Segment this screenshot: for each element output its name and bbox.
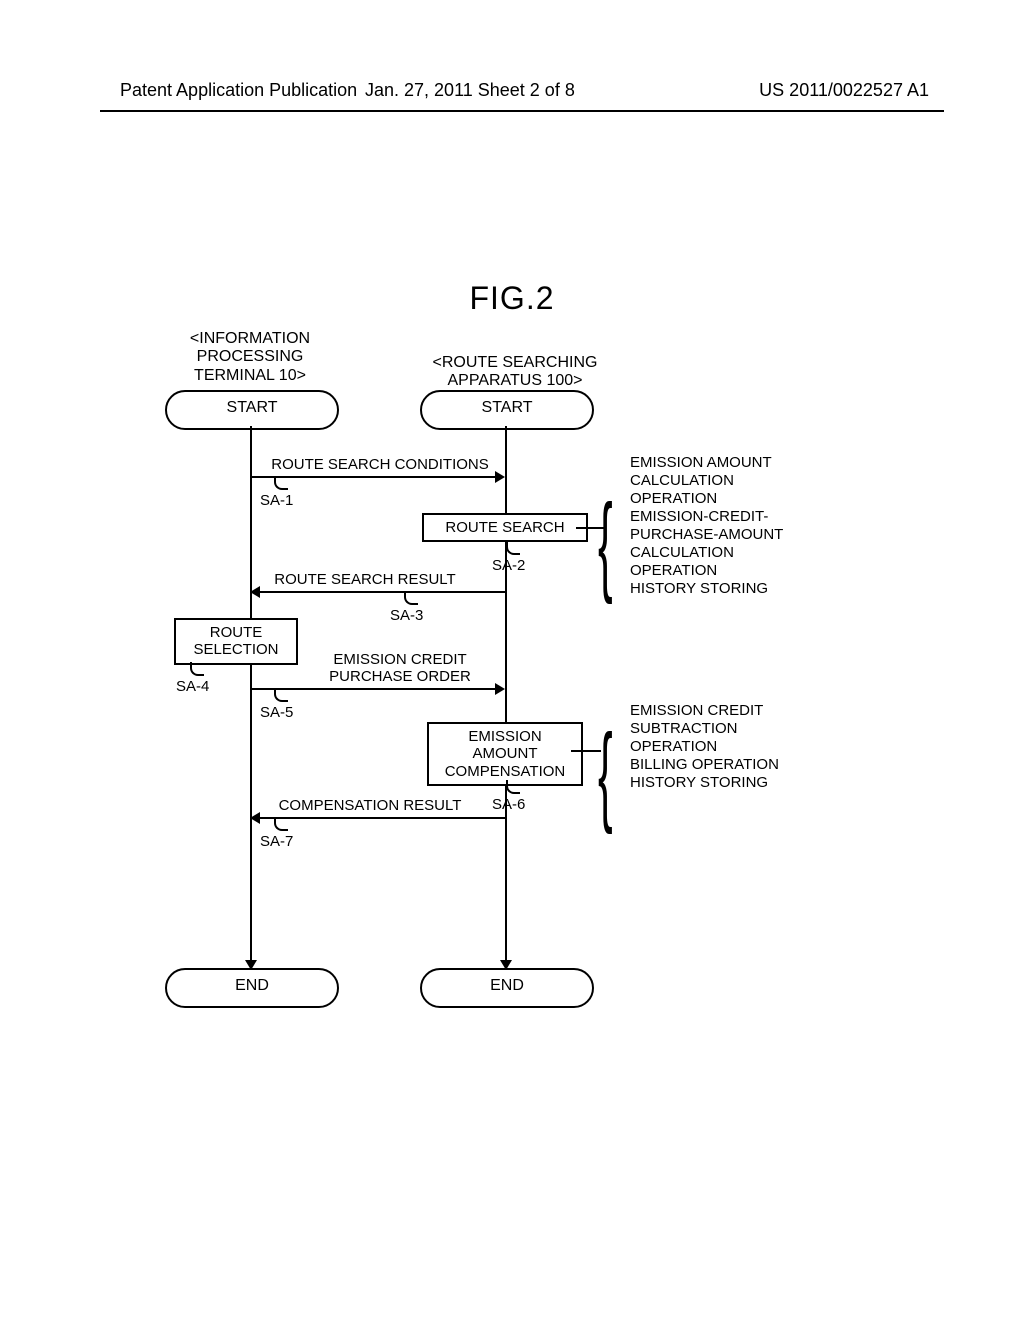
header-date-sheet: Jan. 27, 2011 Sheet 2 of 8 bbox=[365, 80, 575, 101]
column-title-apparatus: <ROUTE SEARCHING APPARATUS 100> bbox=[415, 354, 615, 391]
connector-sa6-brace bbox=[571, 750, 601, 752]
terminal-end-left: END bbox=[165, 968, 339, 1008]
arrowhead-down-left bbox=[245, 960, 257, 970]
figure-title: FIG.2 bbox=[0, 280, 1024, 317]
header-divider bbox=[100, 110, 944, 112]
terminal-start-right: START bbox=[420, 390, 594, 430]
box-emission-compensation: EMISSION AMOUNT COMPENSATION bbox=[427, 722, 583, 786]
brace-lower-icon: { bbox=[598, 730, 613, 818]
box-route-search: ROUTE SEARCH bbox=[422, 513, 588, 542]
lifeline-apparatus bbox=[505, 426, 507, 968]
column-title-terminal: <INFORMATION PROCESSING TERMINAL 10> bbox=[160, 330, 340, 385]
patent-page: Patent Application Publication Jan. 27, … bbox=[0, 0, 1024, 1320]
tick-sa7 bbox=[274, 817, 288, 831]
step-id-sa6: SA-6 bbox=[492, 796, 525, 813]
side-note-upper: EMISSION AMOUNT CALCULATION OPERATION EM… bbox=[630, 454, 783, 598]
box-route-selection: ROUTE SELECTION bbox=[174, 618, 298, 665]
tick-sa5 bbox=[274, 688, 288, 702]
label-sa5: EMISSION CREDIT PURCHASE ORDER bbox=[300, 651, 500, 685]
brace-upper-icon: { bbox=[598, 500, 613, 588]
label-sa7: COMPENSATION RESULT bbox=[260, 797, 480, 814]
lifeline-terminal bbox=[250, 426, 252, 968]
step-id-sa4: SA-4 bbox=[176, 678, 209, 695]
step-id-sa3: SA-3 bbox=[390, 607, 423, 624]
header-publication: Patent Application Publication bbox=[120, 80, 357, 101]
arrow-sa5 bbox=[252, 688, 503, 690]
label-sa1: ROUTE SEARCH CONDITIONS bbox=[260, 456, 500, 473]
side-note-lower: EMISSION CREDIT SUBTRACTION OPERATION BI… bbox=[630, 702, 779, 792]
arrow-sa1 bbox=[252, 476, 503, 478]
step-id-sa2: SA-2 bbox=[492, 557, 525, 574]
flowchart: <INFORMATION PROCESSING TERMINAL 10> <RO… bbox=[150, 330, 920, 1030]
header-pub-number: US 2011/0022527 A1 bbox=[759, 80, 929, 101]
step-id-sa5: SA-5 bbox=[260, 704, 293, 721]
tick-sa6 bbox=[506, 780, 520, 794]
tick-sa2 bbox=[506, 541, 520, 555]
arrow-sa3 bbox=[252, 591, 505, 593]
terminal-start-left: START bbox=[165, 390, 339, 430]
tick-sa1 bbox=[274, 476, 288, 490]
label-sa3: ROUTE SEARCH RESULT bbox=[255, 571, 475, 588]
terminal-end-right: END bbox=[420, 968, 594, 1008]
arrow-sa7 bbox=[252, 817, 505, 819]
tick-sa3 bbox=[404, 591, 418, 605]
tick-sa4 bbox=[190, 662, 204, 676]
step-id-sa1: SA-1 bbox=[260, 492, 293, 509]
arrowhead-down-right bbox=[500, 960, 512, 970]
step-id-sa7: SA-7 bbox=[260, 833, 293, 850]
